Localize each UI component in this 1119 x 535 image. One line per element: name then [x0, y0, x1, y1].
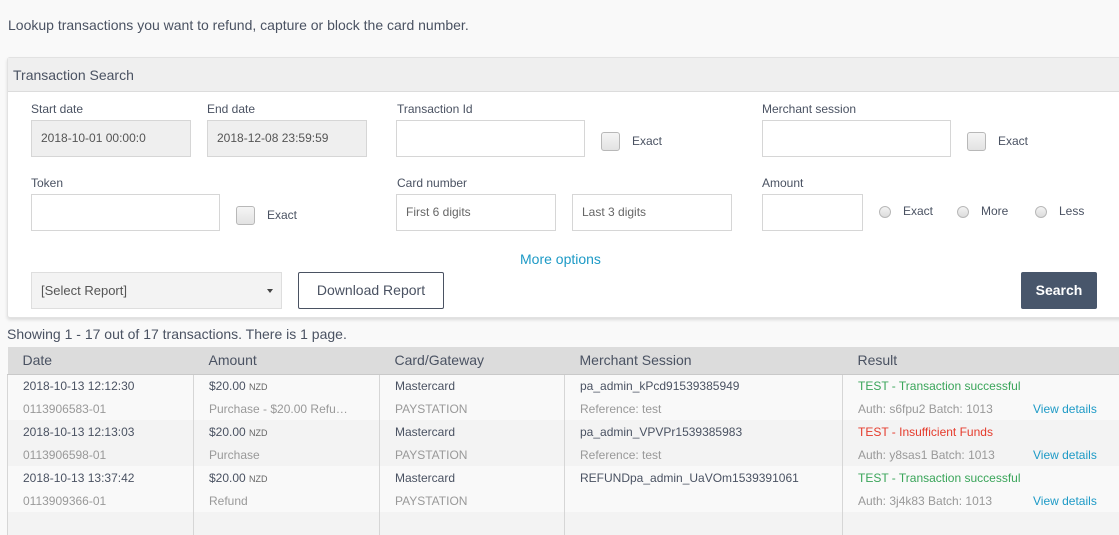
- chevron-down-icon: [267, 289, 273, 293]
- card-number-label: Card number: [397, 176, 467, 190]
- page-intro: Lookup transactions you want to refund, …: [8, 17, 469, 33]
- date-cell: 2018-10-13 12:12:30: [8, 374, 194, 397]
- card-first-digits-input[interactable]: First 6 digits: [396, 194, 556, 231]
- end-date-input[interactable]: 2018-12-08 23:59:59: [207, 120, 367, 157]
- table-row[interactable]: 2018-10-13 12:12:30$20.00 NZDMastercardp…: [8, 374, 1119, 397]
- merchant-session-exact-label: Exact: [998, 134, 1028, 148]
- transaction-search-panel: Transaction Search Start date 2018-10-01…: [7, 57, 1119, 318]
- gateway-cell: PAYSTATION: [380, 443, 565, 466]
- download-report-button[interactable]: Download Report: [298, 272, 444, 309]
- transaction-id-exact-label: Exact: [632, 134, 662, 148]
- amount-cell: $20.00 NZD: [194, 374, 380, 397]
- card-last-digits-input[interactable]: Last 3 digits: [572, 194, 732, 231]
- merchant-session-cell: REFUNDpa_admin_UaVOm1539391061: [565, 466, 843, 489]
- column-header-merchant-session[interactable]: Merchant Session: [565, 347, 843, 374]
- result-status: TEST - Transaction successful: [843, 374, 1119, 397]
- amount-less-radio[interactable]: [1035, 206, 1047, 218]
- transaction-type-cell: Purchase - $20.00 Refu…: [194, 397, 380, 420]
- table-row-detail[interactable]: 0113906583-01Purchase - $20.00 Refu…PAYS…: [8, 397, 1119, 420]
- currency-code: NZD: [249, 474, 268, 484]
- currency-code: NZD: [249, 428, 268, 438]
- end-date-label: End date: [207, 102, 255, 116]
- auth-cell: Auth: 3j4k83 Batch: 1013View details: [843, 489, 1119, 512]
- auth-batch: Auth: 3j4k83 Batch: 1013: [858, 494, 1033, 508]
- card-cell: Mastercard: [380, 466, 565, 489]
- table-row-detail[interactable]: 0113906598-01PurchasePAYSTATIONReference…: [8, 443, 1119, 466]
- report-select[interactable]: [Select Report]: [31, 272, 282, 309]
- transaction-id-exact-checkbox[interactable]: [601, 132, 620, 151]
- currency-code: NZD: [249, 382, 268, 392]
- transaction-type-cell: Purchase: [194, 443, 380, 466]
- merchant-session-exact-checkbox[interactable]: [967, 132, 986, 151]
- amount-more-label: More: [981, 204, 1008, 218]
- merchant-session-input[interactable]: [762, 120, 951, 157]
- start-date-label: Start date: [31, 102, 83, 116]
- transaction-id-cell: 0113906598-01: [8, 443, 194, 466]
- auth-batch: Auth: y8sas1 Batch: 1013: [858, 448, 1033, 462]
- merchant-session-label: Merchant session: [762, 102, 856, 116]
- token-exact-label: Exact: [267, 208, 297, 222]
- view-details-link[interactable]: View details: [1033, 494, 1097, 508]
- panel-title: Transaction Search: [8, 58, 1119, 92]
- column-header-card-gateway[interactable]: Card/Gateway: [380, 347, 565, 374]
- transaction-id-label: Transaction Id: [397, 102, 473, 116]
- token-label: Token: [31, 176, 63, 190]
- more-options-link[interactable]: More options: [520, 251, 601, 267]
- amount-less-label: Less: [1059, 204, 1084, 218]
- reference-cell: [565, 489, 843, 512]
- table-row[interactable]: [8, 512, 1119, 535]
- transactions-table: Date Amount Card/Gateway Merchant Sessio…: [7, 347, 1119, 535]
- transaction-type-cell: Refund: [194, 489, 380, 512]
- result-status: TEST - Insufficient Funds: [843, 420, 1119, 443]
- result-status: TEST - Transaction successful: [843, 466, 1119, 489]
- results-summary: Showing 1 - 17 out of 17 transactions. T…: [7, 326, 347, 342]
- date-cell: 2018-10-13 13:37:42: [8, 466, 194, 489]
- card-cell: Mastercard: [380, 374, 565, 397]
- view-details-link[interactable]: View details: [1033, 448, 1097, 462]
- auth-cell: Auth: s6fpu2 Batch: 1013View details: [843, 397, 1119, 420]
- gateway-cell: PAYSTATION: [380, 489, 565, 512]
- column-header-result[interactable]: Result: [843, 347, 1119, 374]
- merchant-session-cell: pa_admin_VPVPr1539385983: [565, 420, 843, 443]
- amount-value: $20.00: [209, 379, 246, 393]
- transaction-id-cell: 0113906583-01: [8, 397, 194, 420]
- amount-exact-radio[interactable]: [879, 206, 891, 218]
- card-cell: Mastercard: [380, 420, 565, 443]
- amount-input[interactable]: [762, 194, 863, 231]
- auth-batch: Auth: s6fpu2 Batch: 1013: [858, 402, 1033, 416]
- transaction-id-cell: 0113909366-01: [8, 489, 194, 512]
- reference-cell: Reference: test: [565, 443, 843, 466]
- date-cell: 2018-10-13 12:13:03: [8, 420, 194, 443]
- token-input[interactable]: [31, 194, 220, 231]
- amount-cell: $20.00 NZD: [194, 420, 380, 443]
- start-date-input[interactable]: 2018-10-01 00:00:0: [31, 120, 191, 157]
- reference-cell: Reference: test: [565, 397, 843, 420]
- auth-cell: Auth: y8sas1 Batch: 1013View details: [843, 443, 1119, 466]
- view-details-link[interactable]: View details: [1033, 402, 1097, 416]
- table-row-detail[interactable]: 0113909366-01RefundPAYSTATION Auth: 3j4k8…: [8, 489, 1119, 512]
- column-header-amount[interactable]: Amount: [194, 347, 380, 374]
- search-button[interactable]: Search: [1021, 272, 1097, 309]
- amount-more-radio[interactable]: [957, 206, 969, 218]
- amount-cell: $20.00 NZD: [194, 466, 380, 489]
- amount-value: $20.00: [209, 425, 246, 439]
- table-row[interactable]: 2018-10-13 12:13:03$20.00 NZDMastercardp…: [8, 420, 1119, 443]
- token-exact-checkbox[interactable]: [236, 206, 255, 225]
- gateway-cell: PAYSTATION: [380, 397, 565, 420]
- table-row[interactable]: 2018-10-13 13:37:42$20.00 NZDMastercardR…: [8, 466, 1119, 489]
- column-header-date[interactable]: Date: [8, 347, 194, 374]
- report-select-value: [Select Report]: [41, 283, 127, 298]
- amount-value: $20.00: [209, 471, 246, 485]
- merchant-session-cell: pa_admin_kPcd91539385949: [565, 374, 843, 397]
- amount-exact-label: Exact: [903, 204, 933, 218]
- amount-label: Amount: [762, 176, 803, 190]
- transaction-id-input[interactable]: [396, 120, 585, 157]
